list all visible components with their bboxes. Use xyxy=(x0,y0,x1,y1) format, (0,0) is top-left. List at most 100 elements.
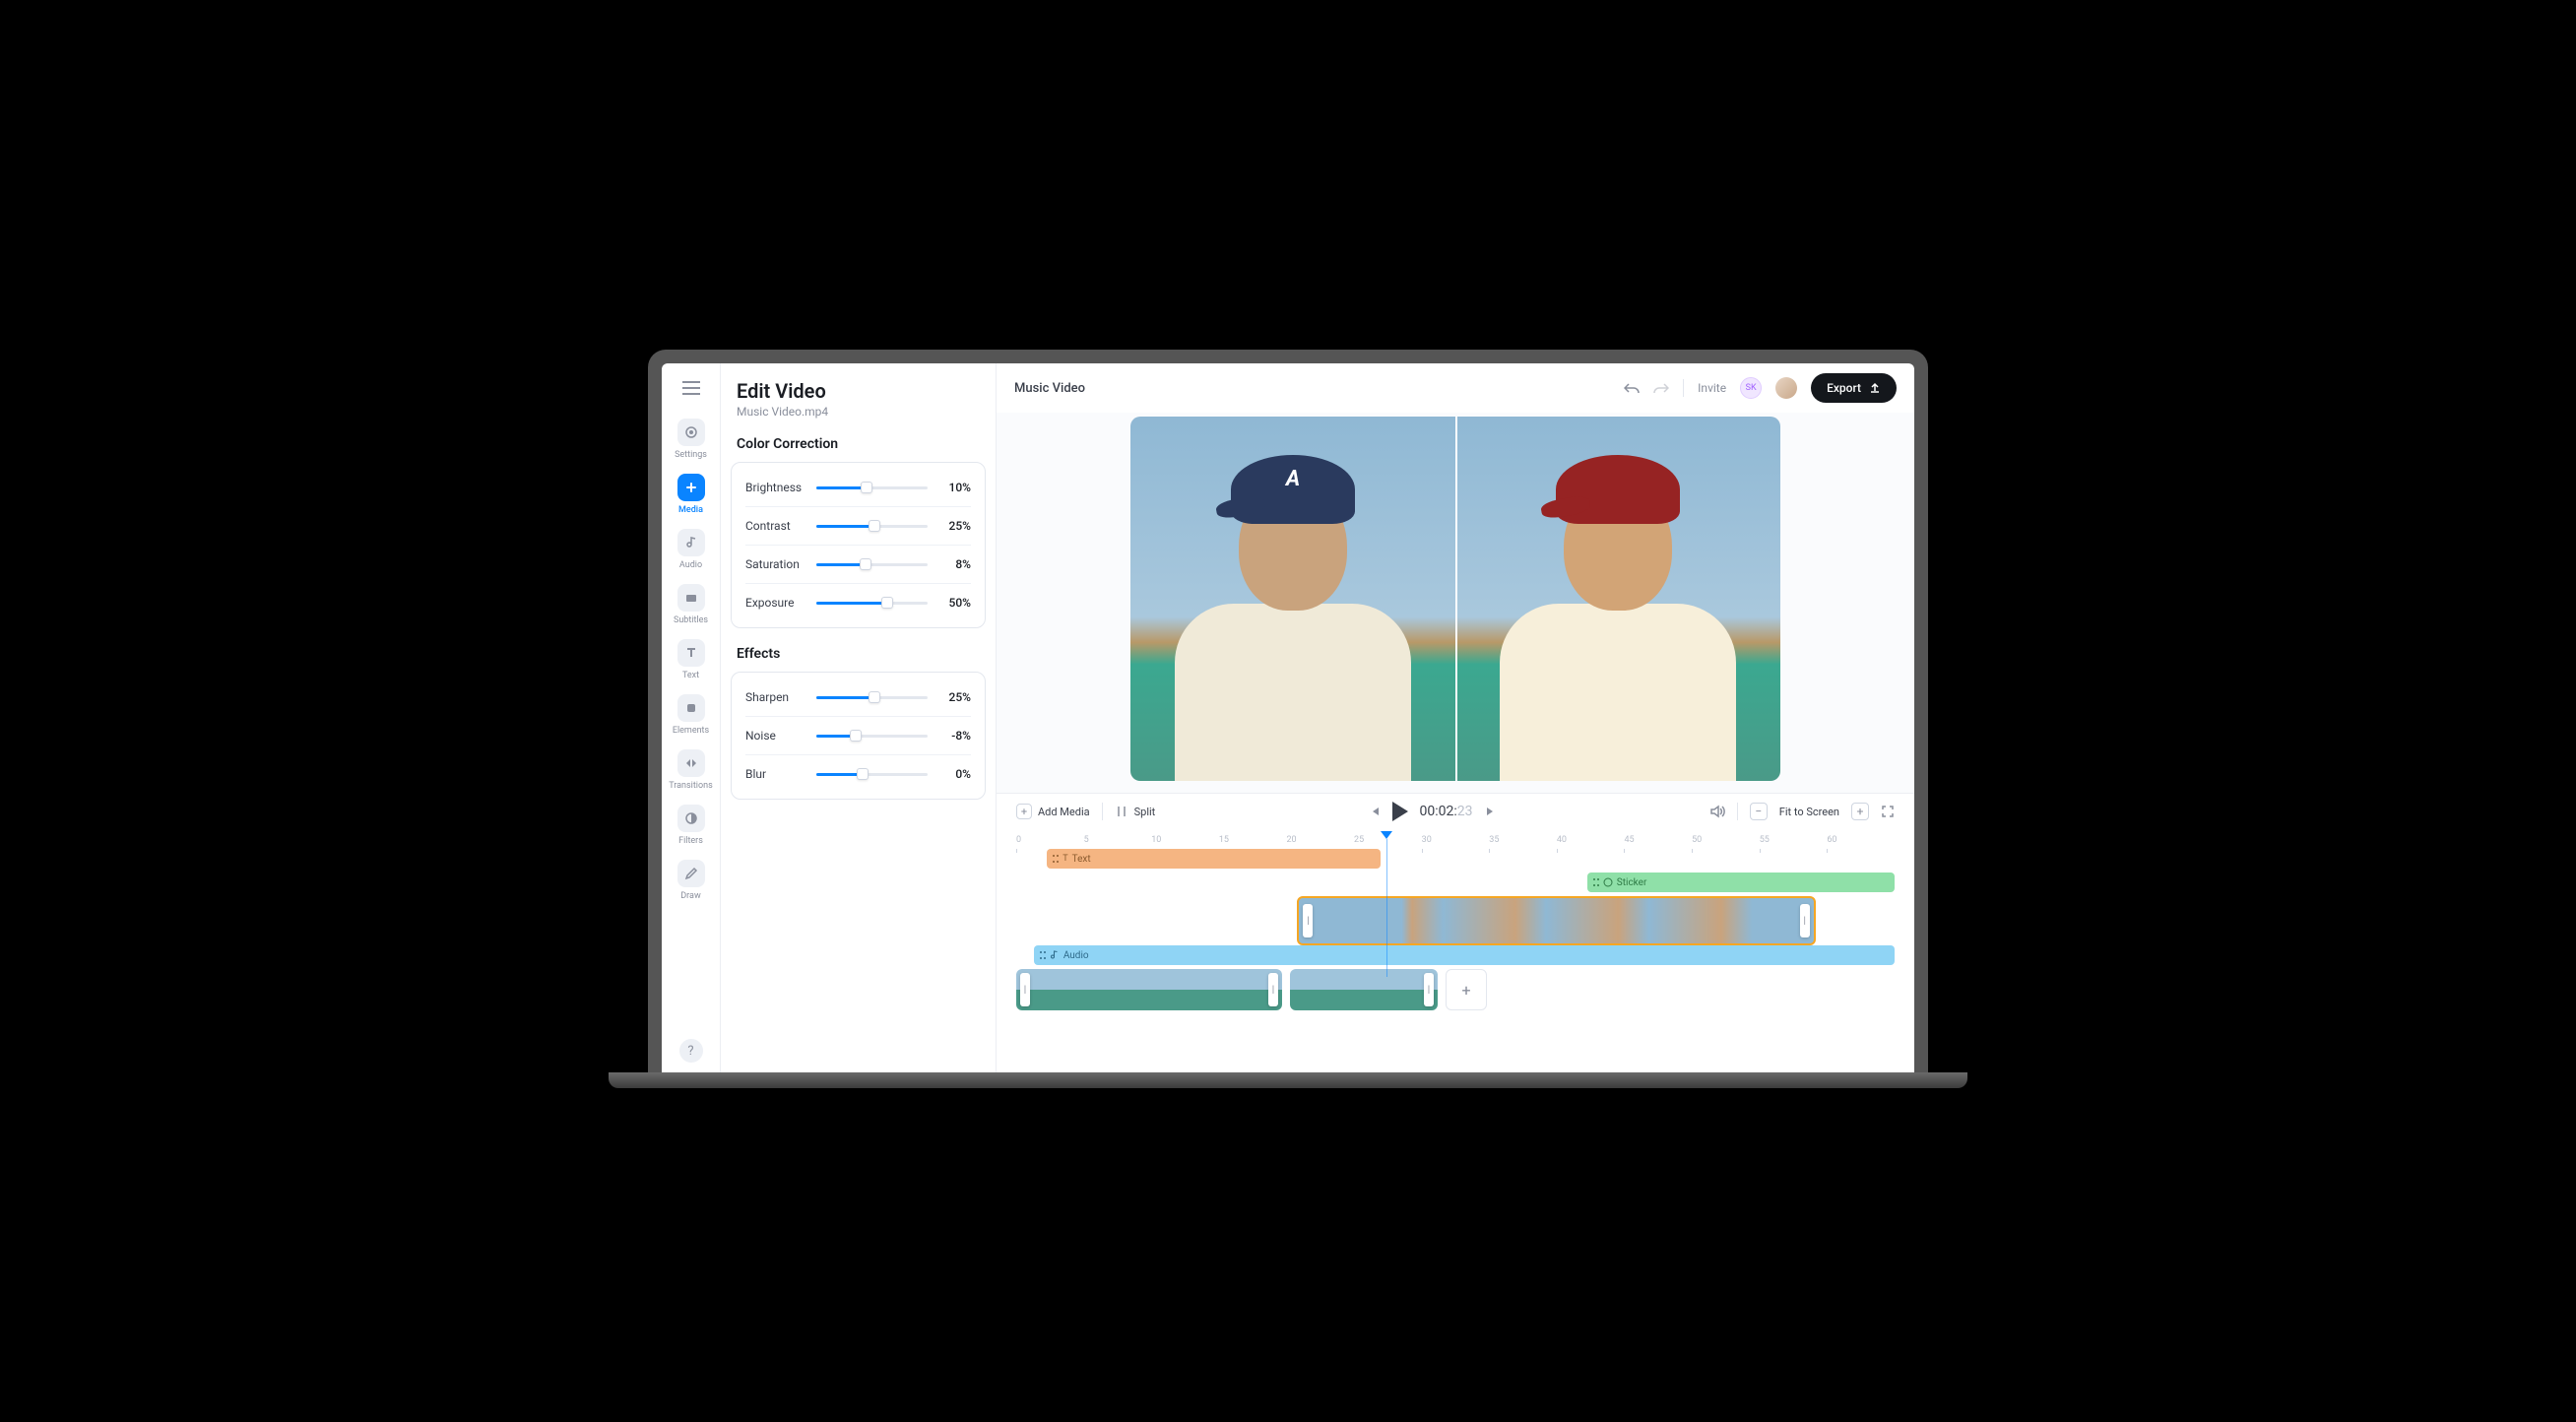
slider-row: Contrast 25% xyxy=(745,507,971,546)
volume-button[interactable] xyxy=(1709,805,1725,818)
pencil-icon xyxy=(677,860,705,887)
fullscreen-button[interactable] xyxy=(1881,805,1895,818)
clip-handle-right[interactable]: | xyxy=(1268,973,1278,1006)
slider-thumb[interactable] xyxy=(857,768,869,780)
grip-icon xyxy=(1053,854,1059,864)
add-clip-button[interactable]: + xyxy=(1446,969,1487,1010)
timeline-track-audio[interactable]: Audio xyxy=(1034,945,1895,965)
clip-handle-left[interactable]: | xyxy=(1020,973,1030,1006)
ruler-tick: 20 xyxy=(1286,835,1354,845)
grip-icon xyxy=(1593,877,1599,887)
user-avatar[interactable] xyxy=(1775,377,1797,399)
add-media-button[interactable]: +Add Media xyxy=(1016,804,1090,819)
clip-handle-left[interactable]: | xyxy=(1303,904,1313,937)
clip-handle-right[interactable]: | xyxy=(1800,904,1810,937)
ruler-tick: 30 xyxy=(1422,835,1490,845)
hamburger-menu-icon[interactable] xyxy=(673,371,710,405)
slider-value: 25% xyxy=(937,690,971,704)
ruler-tick: 10 xyxy=(1151,835,1219,845)
slider-track[interactable] xyxy=(816,602,928,605)
timeline-track-video[interactable]: | | xyxy=(1297,896,1815,945)
help-button[interactable]: ? xyxy=(679,1039,703,1063)
sidebar-item-audio[interactable]: Audio xyxy=(669,529,713,570)
skip-back-button[interactable] xyxy=(1369,806,1381,817)
video-preview[interactable]: A xyxy=(1130,417,1780,781)
contrast-icon xyxy=(677,805,705,832)
sidebar-item-draw[interactable]: Draw xyxy=(669,860,713,901)
slider-thumb[interactable] xyxy=(861,482,872,493)
slider-label: Exposure xyxy=(745,596,806,610)
transition-icon xyxy=(677,749,705,777)
section-effects: Effects xyxy=(721,646,996,672)
sidebar-item-text[interactable]: Text xyxy=(669,639,713,680)
undo-button[interactable] xyxy=(1624,381,1640,395)
ruler-tick: 35 xyxy=(1489,835,1557,845)
slider-value: 50% xyxy=(937,596,971,610)
slider-row: Saturation 8% xyxy=(745,546,971,584)
collaborator-avatar[interactable]: SK xyxy=(1740,377,1762,399)
skip-forward-button[interactable] xyxy=(1485,806,1497,817)
export-button[interactable]: Export xyxy=(1811,373,1897,403)
slider-track[interactable] xyxy=(816,773,928,776)
filename: Music Video.mp4 xyxy=(721,403,996,436)
music-note-icon xyxy=(1050,950,1060,960)
slider-label: Noise xyxy=(745,729,806,743)
slider-thumb[interactable] xyxy=(869,520,880,532)
music-note-icon xyxy=(677,529,705,556)
slider-row: Exposure 50% xyxy=(745,584,971,621)
slider-value: 25% xyxy=(937,519,971,533)
clip-handle-right[interactable]: | xyxy=(1424,973,1434,1006)
timeline-track-sticker[interactable]: Sticker xyxy=(1587,873,1895,892)
ruler-tick: 40 xyxy=(1557,835,1625,845)
slider-value: 8% xyxy=(937,557,971,571)
timeline-clip[interactable]: | | xyxy=(1016,969,1282,1010)
slider-row: Noise -8% xyxy=(745,717,971,755)
ruler-tick: 60 xyxy=(1827,835,1895,845)
grip-icon xyxy=(1040,950,1046,960)
zoom-out-button[interactable]: − xyxy=(1750,803,1768,820)
gear-icon xyxy=(677,419,705,446)
section-color-correction: Color Correction xyxy=(721,436,996,462)
slider-value: 0% xyxy=(937,767,971,781)
sidebar-item-transitions[interactable]: Transitions xyxy=(669,749,713,791)
slider-label: Contrast xyxy=(745,519,806,533)
page-title: Edit Video xyxy=(721,379,996,403)
slider-track[interactable] xyxy=(816,486,928,489)
sidebar-item-subtitles[interactable]: Subtitles xyxy=(669,584,713,625)
slider-thumb[interactable] xyxy=(869,691,880,703)
slider-value: -8% xyxy=(937,729,971,743)
ruler-tick: 45 xyxy=(1624,835,1692,845)
zoom-in-button[interactable]: + xyxy=(1851,803,1869,820)
subtitle-icon xyxy=(677,584,705,612)
slider-track[interactable] xyxy=(816,563,928,566)
slider-thumb[interactable] xyxy=(881,597,893,609)
split-icon xyxy=(1115,805,1128,818)
slider-track[interactable] xyxy=(816,525,928,528)
ruler-tick: 0 xyxy=(1016,835,1084,845)
slider-thumb[interactable] xyxy=(850,730,862,742)
slider-thumb[interactable] xyxy=(860,558,871,570)
slider-row: Blur 0% xyxy=(745,755,971,793)
slider-value: 10% xyxy=(937,481,971,494)
plus-circle-icon xyxy=(677,474,705,501)
project-name: Music Video xyxy=(1014,381,1085,396)
sidebar-item-media[interactable]: Media xyxy=(669,474,713,515)
timecode: 00:02:23 xyxy=(1420,804,1473,819)
sidebar-item-elements[interactable]: Elements xyxy=(669,694,713,736)
slider-row: Brightness 10% xyxy=(745,469,971,507)
playhead[interactable] xyxy=(1381,831,1392,977)
timeline-clip[interactable]: | xyxy=(1290,969,1438,1010)
fit-to-screen-button[interactable]: Fit to Screen xyxy=(1779,806,1839,818)
timeline-track-text[interactable]: T Text xyxy=(1047,849,1381,869)
sticker-icon xyxy=(1603,877,1613,887)
play-button[interactable] xyxy=(1392,802,1408,821)
split-button[interactable]: Split xyxy=(1115,805,1156,818)
ruler-tick: 55 xyxy=(1760,835,1828,845)
sidebar-item-settings[interactable]: Settings xyxy=(669,419,713,460)
slider-track[interactable] xyxy=(816,735,928,738)
slider-track[interactable] xyxy=(816,696,928,699)
invite-label[interactable]: Invite xyxy=(1698,381,1726,395)
ruler-tick: 5 xyxy=(1084,835,1152,845)
sidebar-item-filters[interactable]: Filters xyxy=(669,805,713,846)
redo-button[interactable] xyxy=(1653,381,1669,395)
